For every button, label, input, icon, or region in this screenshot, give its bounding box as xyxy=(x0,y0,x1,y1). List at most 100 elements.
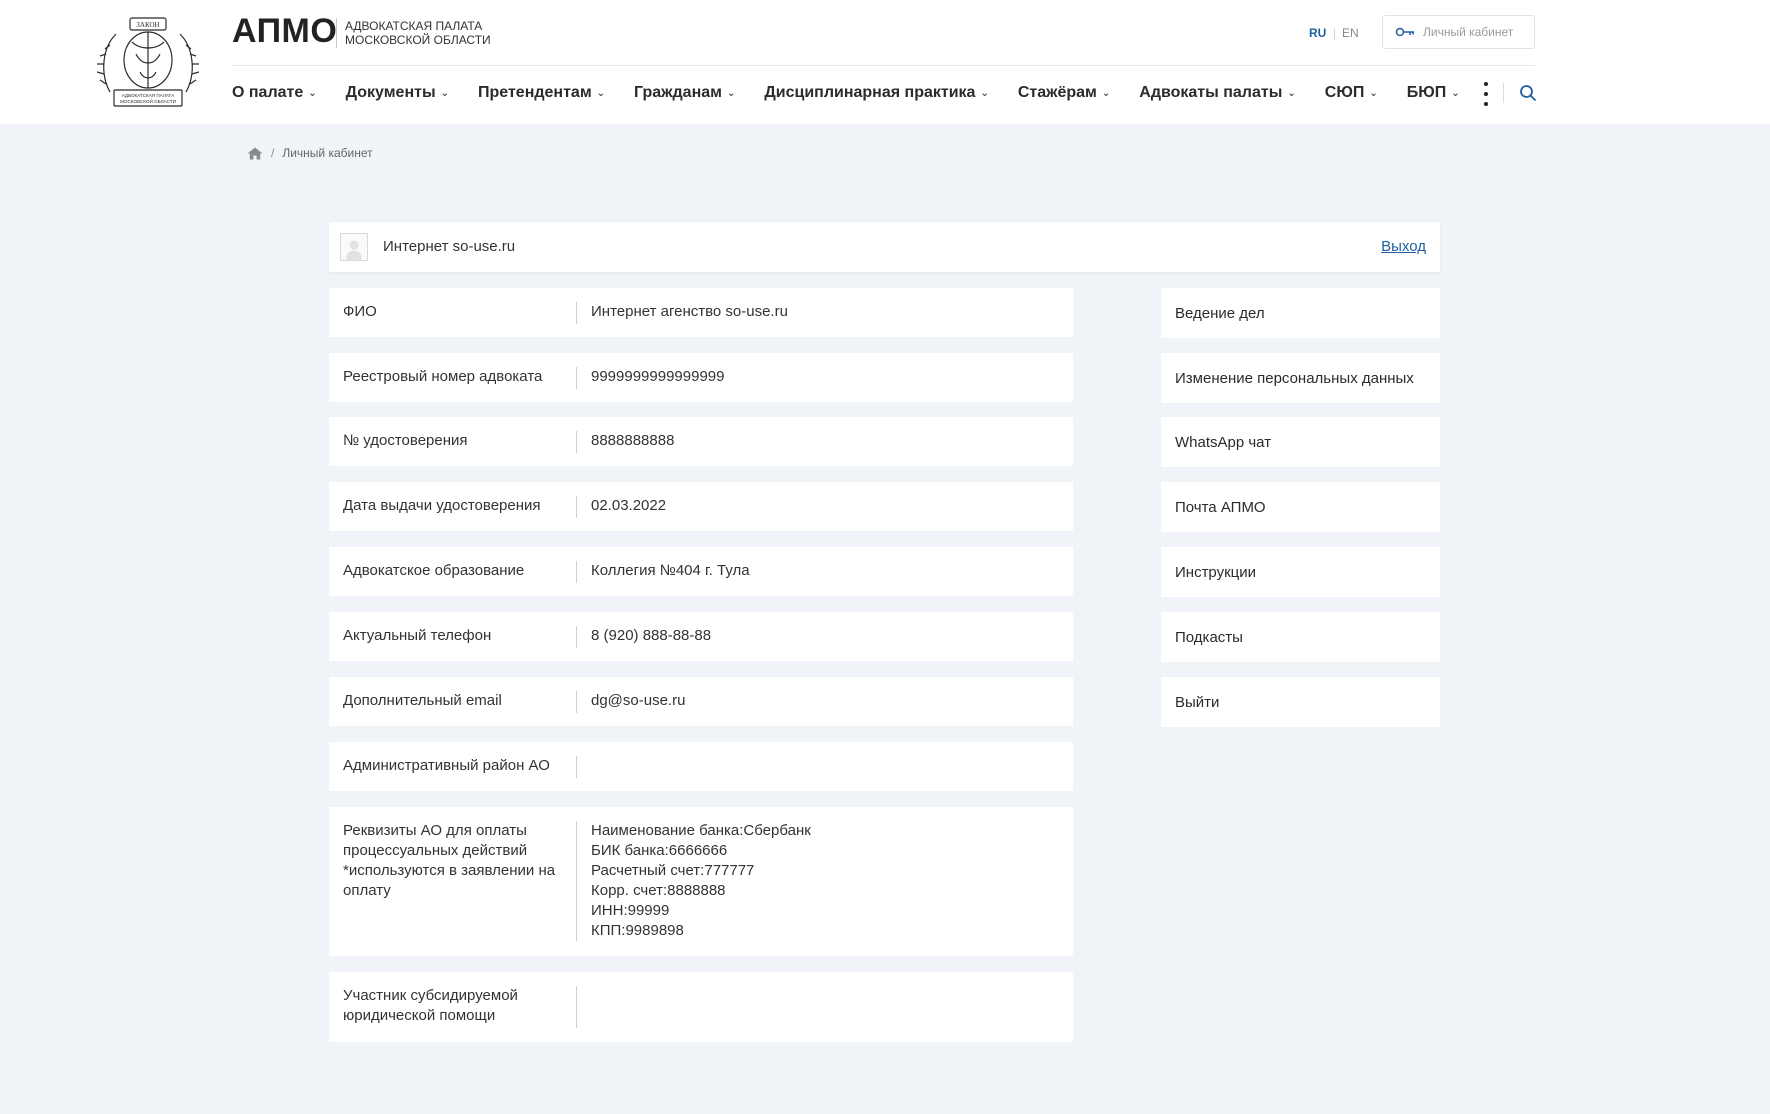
nav-item-lawyers[interactable]: Адвокаты палаты ⌄ xyxy=(1139,84,1295,102)
nav-item-label: Претендентам xyxy=(478,84,592,101)
info-value-line: Корр. счет:8888888 xyxy=(591,882,726,899)
info-row-registry-number: Реестровый номер адвоката 99999999999999… xyxy=(329,353,1073,402)
user-avatar-icon xyxy=(340,233,368,261)
info-label: Дополнительный email xyxy=(343,692,502,709)
info-value: 8 (920) 888-88-88 xyxy=(591,627,712,644)
nav-item-disciplinary[interactable]: Дисциплинарная практика ⌄ xyxy=(764,84,988,102)
info-row-payment-details: Реквизиты АО для оплаты процессуальных д… xyxy=(329,807,1073,956)
info-label-line: *используются в заявлении на xyxy=(343,862,556,879)
info-row-certificate-number: № удостоверения 8888888888 xyxy=(329,417,1073,466)
info-value: Наименование банка:Сбербанк БИК банка:66… xyxy=(591,821,811,941)
nav-item-label: Гражданам xyxy=(634,84,722,101)
lang-en-link[interactable]: EN xyxy=(1342,26,1359,40)
personal-cabinet-label: Личный кабинет xyxy=(1423,25,1514,39)
info-separator xyxy=(576,561,577,583)
search-icon[interactable] xyxy=(1519,84,1537,102)
nav-item-label: СЮП xyxy=(1324,84,1365,101)
chevron-down-icon: ⌄ xyxy=(726,87,736,99)
info-row-subsidized-help: Участник субсидируемой юридической помощ… xyxy=(329,972,1073,1042)
brand-subtitle: АДВОКАТСКАЯ ПАЛАТА МОСКОВСКОЙ ОБЛАСТИ xyxy=(345,19,491,47)
header-separator xyxy=(1503,83,1504,103)
chevron-down-icon: ⌄ xyxy=(1451,87,1460,99)
nav-item-interns[interactable]: Стажёрам ⌄ xyxy=(1018,84,1110,102)
side-menu-instructions[interactable]: Инструкции xyxy=(1161,547,1440,597)
info-label-line: юридической помощи xyxy=(343,1007,496,1024)
nav-item-applicants[interactable]: Претендентам ⌄ xyxy=(478,84,605,102)
info-label: Актуальный телефон xyxy=(343,627,492,644)
info-label: Адвокатское образование xyxy=(343,562,525,579)
brand-subtitle-line-1: АДВОКАТСКАЯ ПАЛАТА xyxy=(345,19,483,33)
info-value: dg@so-use.ru xyxy=(591,692,686,709)
info-label: ФИО xyxy=(343,303,377,320)
nav-item-citizens[interactable]: Гражданам ⌄ xyxy=(634,84,735,102)
emblem-bottom-text-1: АДВОКАТСКАЯ ПАЛАТА xyxy=(122,93,175,98)
side-menu-label: Подкасты xyxy=(1175,628,1243,646)
info-value-line: Расчетный счет:777777 xyxy=(591,862,755,879)
info-label: № удостоверения xyxy=(343,432,468,449)
brand-divider xyxy=(336,18,337,48)
lang-separator: | xyxy=(1333,26,1337,40)
nav-item-about[interactable]: О палате ⌄ xyxy=(232,84,317,102)
info-row-email: Дополнительный email dg@so-use.ru xyxy=(329,677,1073,726)
info-value: 9999999999999999 xyxy=(591,368,725,385)
chevron-down-icon: ⌄ xyxy=(308,87,317,99)
info-value: Интернет агенство so-use.ru xyxy=(591,303,788,320)
side-menu-whatsapp-chat[interactable]: WhatsApp чат xyxy=(1161,417,1440,467)
nav-item-label: Адвокаты палаты xyxy=(1139,84,1283,101)
personal-cabinet-button[interactable]: Личный кабинет xyxy=(1382,15,1535,49)
info-row-admin-district: Административный район АО xyxy=(329,742,1073,791)
logout-link[interactable]: Выход xyxy=(1381,238,1426,255)
main-nav: О палате ⌄ Документы ⌄ Претендентам ⌄ Гражд… xyxy=(232,82,1489,104)
side-menu-label: Изменение персональных данных xyxy=(1175,369,1414,387)
info-row-certificate-date: Дата выдачи удостоверения 02.03.2022 xyxy=(329,482,1073,531)
info-separator xyxy=(576,367,577,389)
side-menu-case-management[interactable]: Ведение дел xyxy=(1161,288,1440,338)
info-value: Коллегия №404 г. Тула xyxy=(591,562,750,579)
user-name: Интернет so-use.ru xyxy=(383,238,516,255)
breadcrumb-current: Личный кабинет xyxy=(282,146,373,160)
info-value-line: КПП:9989898 xyxy=(591,922,684,939)
chevron-down-icon: ⌄ xyxy=(1287,87,1296,99)
info-separator xyxy=(576,626,577,648)
nav-item-label: Документы xyxy=(345,84,436,101)
breadcrumb: / Личный кабинет xyxy=(247,146,373,160)
info-label: Реестровый номер адвоката xyxy=(343,368,543,385)
site-header: ЗАКОН АДВОКАТСКАЯ ПАЛАТА МОСКОВСКОЙ ОБЛА… xyxy=(0,0,1770,124)
chevron-down-icon: ⌄ xyxy=(596,87,606,99)
emblem-top-text: ЗАКОН xyxy=(136,21,159,29)
info-separator xyxy=(576,691,577,713)
side-menu-label: WhatsApp чат xyxy=(1175,433,1272,451)
side-menu-mail[interactable]: Почта АПМО xyxy=(1161,482,1440,532)
info-row-fio: ФИО Интернет агенство so-use.ru xyxy=(329,288,1073,337)
info-row-phone: Актуальный телефон 8 (920) 888-88-88 xyxy=(329,612,1073,661)
info-separator xyxy=(576,431,577,453)
side-menu-label: Ведение дел xyxy=(1175,304,1265,322)
nav-item-label: БЮП xyxy=(1406,84,1447,101)
nav-item-documents[interactable]: Документы ⌄ xyxy=(346,84,449,102)
nav-item-label: О палате xyxy=(232,84,304,101)
nav-item-byup[interactable]: БЮП ⌄ xyxy=(1407,84,1460,102)
info-row-bar-formation: Адвокатское образование Коллегия №404 г.… xyxy=(329,547,1073,596)
nav-divider xyxy=(232,65,1535,66)
side-menu-podcasts[interactable]: Подкасты xyxy=(1161,612,1440,662)
user-bar: Интернет so-use.ru Выход xyxy=(329,222,1440,272)
side-menu-label: Инструкции xyxy=(1175,563,1257,581)
info-value-line: БИК банка:6666666 xyxy=(591,842,728,859)
brand-name[interactable]: АПМО xyxy=(232,12,337,51)
side-menu-exit[interactable]: Выйти xyxy=(1161,677,1440,727)
info-separator xyxy=(576,496,577,518)
chamber-emblem-icon[interactable]: ЗАКОН АДВОКАТСКАЯ ПАЛАТА МОСКОВСКОЙ ОБЛА… xyxy=(96,14,200,110)
home-icon[interactable] xyxy=(247,147,263,160)
nav-item-label: Стажёрам xyxy=(1017,84,1097,101)
side-menu-edit-personal-data[interactable]: Изменение персональных данных xyxy=(1161,353,1440,403)
info-value: 02.03.2022 xyxy=(591,497,667,514)
key-icon xyxy=(1395,27,1414,37)
side-menu-label: Почта АПМО xyxy=(1175,498,1266,516)
info-label-line: процессуальных действий xyxy=(343,842,528,859)
more-vertical-icon[interactable] xyxy=(1480,82,1492,106)
lang-ru-link[interactable]: RU xyxy=(1309,26,1326,40)
nav-item-syup[interactable]: СЮП ⌄ xyxy=(1325,84,1378,102)
info-value-line: Наименование банка:Сбербанк xyxy=(591,822,811,839)
info-separator xyxy=(576,756,577,778)
info-label: Участник субсидируемой юридической помощ… xyxy=(343,986,518,1026)
